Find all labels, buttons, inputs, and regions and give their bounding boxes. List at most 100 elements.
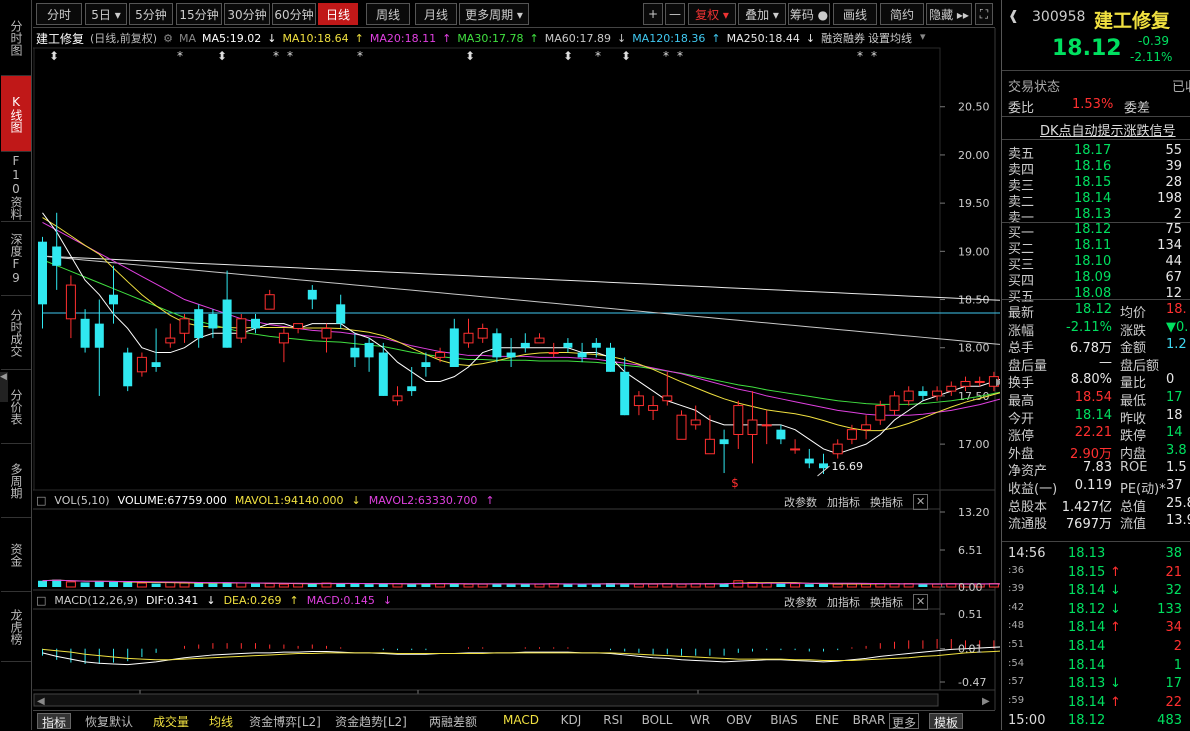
volume-bar: [94, 581, 104, 587]
volume-bar: [776, 583, 786, 587]
indicator-tab-14[interactable]: ENE: [813, 713, 841, 729]
stat-label: 今开: [1008, 411, 1035, 427]
dk-signal-link[interactable]: DK点自动提示涨跌信号: [1040, 120, 1176, 139]
candle: [761, 410, 772, 445]
vol-switch-indicator[interactable]: 换指标: [870, 494, 903, 510]
candle: [832, 439, 843, 459]
tick-volume: 21: [1165, 564, 1182, 580]
ask-volume: 39: [1165, 159, 1182, 174]
stat-label: 流通股: [1008, 517, 1048, 533]
candle: [38, 236, 47, 329]
trade-state-row: 交易状态 已收: [1008, 76, 1190, 95]
ask-price: 18.13: [1074, 207, 1112, 222]
stat-label: 量比: [1120, 376, 1147, 392]
tick-price: 18.13: [1068, 546, 1106, 561]
margin-link[interactable]: 融资融券: [821, 30, 865, 46]
collapse-left-icon[interactable]: ◀: [0, 372, 8, 402]
indicator-tab-2[interactable]: 成交量: [147, 713, 195, 729]
macd-switch-indicator[interactable]: 换指标: [870, 594, 903, 610]
signal-mark: *: [177, 49, 183, 63]
ask-volume: 55: [1165, 143, 1182, 158]
dea-value: DEA:0.269: [223, 594, 282, 607]
candle: [506, 338, 516, 368]
bid-volume: 75: [1165, 222, 1182, 237]
candle: [336, 294, 346, 329]
bid-row: 买二 18.11 134: [1008, 238, 1188, 257]
kline-chart-area[interactable]: 20.5020.0019.5019.0018.5018.0017.5017.00…: [0, 0, 1000, 730]
volume-bar: [520, 584, 530, 587]
volume-bar: [350, 583, 360, 587]
ask-row: 卖二 18.14 198: [1008, 191, 1188, 210]
divider: [1002, 299, 1190, 300]
quote-panel: ❰300958建工修复18.12-0.39-2.11%交易状态已收委比1.53%…: [1001, 0, 1190, 730]
indicator-tab-16[interactable]: 更多: [889, 713, 919, 730]
volume-bar: [407, 584, 417, 587]
volume-bar: [790, 583, 801, 588]
candle: [918, 386, 928, 401]
signal-mark: ⬍: [621, 49, 631, 63]
chevron-down-icon[interactable]: ▾: [920, 30, 926, 43]
indicator-tab-17[interactable]: 模板: [929, 713, 963, 730]
expand-right-icon[interactable]: ▶: [996, 377, 1000, 388]
candle: [65, 275, 76, 339]
indicator-tab-0[interactable]: 指标: [37, 713, 71, 730]
candle: [733, 400, 744, 449]
stat-row: 最高 18.54 最低 17: [1008, 390, 1188, 409]
indicator-tab-9[interactable]: RSI: [599, 713, 627, 729]
scroll-left-icon[interactable]: ◀: [37, 696, 45, 707]
macd-add-indicator[interactable]: 加指标: [827, 594, 860, 610]
bid-row: 买三 18.10 44: [1008, 254, 1188, 273]
indicator-tab-7[interactable]: MACD: [499, 713, 543, 729]
tick-time: :48: [1008, 620, 1025, 632]
ma-settings-link[interactable]: 设置均线: [868, 30, 912, 46]
indicator-tab-6[interactable]: 两融差额: [417, 713, 489, 729]
price-axis-label: 19.50: [958, 197, 990, 210]
square-icon[interactable]: □: [36, 494, 46, 507]
stat-row: 今开 18.14 昨收 18: [1008, 408, 1188, 427]
indicator-tab-10[interactable]: BOLL: [637, 713, 677, 729]
indicator-tab-1[interactable]: 恢复默认: [79, 713, 139, 729]
indicator-tab-11[interactable]: WR: [687, 713, 713, 729]
vol-change-params[interactable]: 改参数: [784, 494, 817, 510]
tick-row: :39 18.14 ↓ 32: [1008, 583, 1188, 600]
close-icon[interactable]: ✕: [913, 594, 929, 610]
indicator-tab-5[interactable]: 资金趋势[L2]: [331, 713, 411, 729]
vol-title: VOL(5,10): [54, 494, 110, 507]
back-icon[interactable]: ❰: [1008, 9, 1019, 24]
stat-value: 2.90万: [1070, 446, 1112, 462]
divider: [1002, 70, 1190, 71]
vol-add-indicator[interactable]: 加指标: [827, 494, 860, 510]
stat-label: 换手: [1008, 376, 1035, 392]
settings-gear-icon[interactable]: ⚙: [163, 32, 173, 45]
candle: [109, 265, 118, 324]
tick-row: 14:56 18.13 38: [1008, 546, 1188, 563]
candle: [321, 323, 332, 353]
candle: [449, 318, 459, 368]
tick-volume: 17: [1165, 676, 1182, 692]
volume-bar: [136, 582, 147, 588]
volume-value: VOLUME:67759.000: [117, 494, 227, 507]
indicator-tab-4[interactable]: 资金博弈[L2]: [245, 713, 325, 729]
close-icon[interactable]: ✕: [913, 494, 929, 510]
indicator-tab-3[interactable]: 均线: [203, 713, 239, 729]
square-icon[interactable]: □: [36, 594, 46, 607]
macd-change-params[interactable]: 改参数: [784, 594, 817, 610]
divider: [1002, 116, 1190, 117]
indicator-tab-13[interactable]: BIAS: [765, 713, 803, 729]
ma-legend-bar: 建工修复 (日线,前复权) ⚙ MA MA5:19.02 ↓ MA10:18.64…: [36, 30, 866, 46]
indicator-tab-12[interactable]: OBV: [723, 713, 755, 729]
ask-volume: 198: [1157, 191, 1182, 206]
stat-row: 总股本 1.427亿总值 25.8: [1008, 496, 1190, 515]
stat-label: 最新: [1008, 306, 1035, 321]
stat-row: 涨停 22.21 跌停 14: [1008, 425, 1188, 444]
indicator-tab-8[interactable]: KDJ: [555, 713, 587, 729]
volume-bar: [80, 582, 90, 587]
stat-value: ▼0.: [1166, 319, 1189, 335]
tick-time: :39: [1008, 583, 1025, 595]
scroll-right-icon[interactable]: ▶: [982, 696, 990, 707]
indicator-tab-15[interactable]: BRAR: [851, 713, 887, 729]
horizontal-scrollbar[interactable]: [33, 693, 939, 707]
macd-actions: 改参数 加指标 换指标 ✕: [784, 594, 929, 610]
candle: [94, 299, 104, 396]
ma20-value: MA20:18.11: [369, 31, 437, 45]
